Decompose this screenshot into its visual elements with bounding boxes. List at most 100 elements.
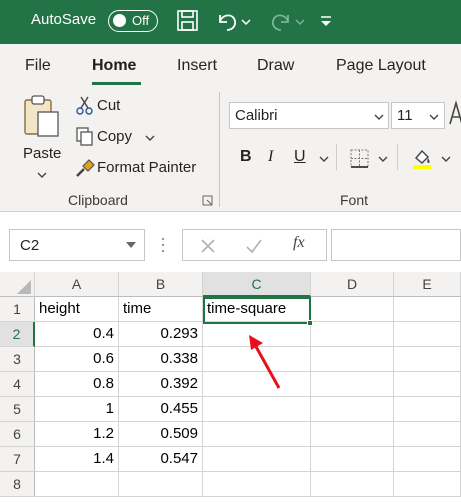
cell-a1[interactable]: height	[35, 297, 119, 322]
cell-e5[interactable]	[394, 397, 461, 422]
cell-d3[interactable]	[311, 347, 394, 372]
formula-bar-grip-icon[interactable]	[160, 235, 166, 255]
underline-button[interactable]: U	[294, 148, 306, 166]
tab-page-layout[interactable]: Page Layout	[336, 57, 426, 75]
cancel-icon[interactable]	[198, 236, 218, 256]
borders-icon[interactable]	[349, 148, 371, 170]
row-header-1[interactable]: 1	[0, 297, 35, 322]
cell-a3[interactable]: 0.6	[35, 347, 119, 372]
name-box-dropdown-icon[interactable]	[125, 240, 137, 250]
cell-a4[interactable]: 0.8	[35, 372, 119, 397]
name-box[interactable]: C2	[9, 229, 145, 261]
row-header-6[interactable]: 6	[0, 422, 35, 447]
tab-file[interactable]: File	[25, 57, 51, 75]
insert-function-icon[interactable]: fx	[293, 234, 305, 252]
font-size-value: 11	[397, 107, 413, 124]
cell-a8[interactable]	[35, 472, 119, 497]
column-header-b[interactable]: B	[119, 272, 203, 297]
cell-c8[interactable]	[203, 472, 311, 497]
cell-c5[interactable]	[203, 397, 311, 422]
fill-color-dropdown-icon[interactable]	[440, 154, 452, 164]
fill-color-icon[interactable]	[410, 146, 434, 170]
cell-a5[interactable]: 1	[35, 397, 119, 422]
cell-e7[interactable]	[394, 447, 461, 472]
tab-insert[interactable]: Insert	[177, 57, 217, 75]
cell-d2[interactable]	[311, 322, 394, 347]
select-all-corner[interactable]	[0, 272, 35, 297]
cell-a2[interactable]: 0.4	[35, 322, 119, 347]
paintbrush-icon	[76, 159, 95, 177]
chevron-down-icon	[429, 114, 439, 120]
cell-b5[interactable]: 0.455	[119, 397, 203, 422]
cell-d7[interactable]	[311, 447, 394, 472]
row-header-3[interactable]: 3	[0, 347, 35, 372]
autosave-toggle[interactable]: Off	[108, 10, 158, 32]
cell-d1[interactable]	[311, 297, 394, 322]
column-header-a[interactable]: A	[35, 272, 119, 297]
font-family-select[interactable]: Calibri	[229, 102, 389, 129]
cell-d8[interactable]	[311, 472, 394, 497]
cell-b8[interactable]	[119, 472, 203, 497]
save-icon[interactable]	[176, 9, 200, 33]
cell-b3[interactable]: 0.338	[119, 347, 203, 372]
cell-a6[interactable]: 1.2	[35, 422, 119, 447]
cell-b2[interactable]: 0.293	[119, 322, 203, 347]
cell-d5[interactable]	[311, 397, 394, 422]
cell-b1[interactable]: time	[119, 297, 203, 322]
formula-buttons: fx	[182, 229, 327, 261]
borders-dropdown-icon[interactable]	[377, 154, 389, 164]
toggle-knob	[113, 14, 126, 27]
row-header-5[interactable]: 5	[0, 397, 35, 422]
cell-e1[interactable]	[394, 297, 461, 322]
font-size-select[interactable]: 11	[391, 102, 445, 129]
enter-check-icon[interactable]	[244, 236, 264, 256]
paste-button[interactable]: Paste	[16, 94, 66, 184]
copy-button[interactable]: Copy	[72, 125, 162, 149]
cell-d4[interactable]	[311, 372, 394, 397]
cell-e6[interactable]	[394, 422, 461, 447]
formula-input[interactable]	[331, 229, 461, 261]
cell-c6[interactable]	[203, 422, 311, 447]
italic-button[interactable]: I	[268, 148, 273, 166]
redo-dropdown-icon[interactable]	[294, 9, 306, 33]
format-painter-label: Format Painter	[97, 159, 197, 176]
copy-label: Copy	[97, 128, 133, 145]
undo-icon[interactable]	[214, 9, 240, 33]
fill-handle[interactable]	[307, 320, 313, 326]
column-header-d[interactable]: D	[311, 272, 394, 297]
cut-button[interactable]: Cut	[72, 94, 132, 118]
separator	[397, 144, 398, 170]
cell-e8[interactable]	[394, 472, 461, 497]
cell-e3[interactable]	[394, 347, 461, 372]
tab-draw[interactable]: Draw	[257, 57, 294, 75]
clipboard-dialog-launcher-icon[interactable]	[202, 195, 214, 207]
bold-button[interactable]: B	[240, 148, 252, 166]
row-header-4[interactable]: 4	[0, 372, 35, 397]
cell-e4[interactable]	[394, 372, 461, 397]
column-header-c[interactable]: C	[203, 272, 311, 297]
select-all-icon	[17, 280, 31, 294]
undo-dropdown-icon[interactable]	[240, 9, 252, 33]
cell-e2[interactable]	[394, 322, 461, 347]
row-header-2[interactable]: 2	[0, 322, 35, 347]
redo-icon[interactable]	[268, 9, 294, 33]
column-header-e[interactable]: E	[394, 272, 461, 297]
cell-b4[interactable]: 0.392	[119, 372, 203, 397]
cell-b7[interactable]: 0.547	[119, 447, 203, 472]
customize-qat-icon[interactable]	[318, 9, 334, 33]
cell-d6[interactable]	[311, 422, 394, 447]
format-painter-button[interactable]: Format Painter	[72, 156, 207, 180]
tab-home[interactable]: Home	[92, 57, 136, 75]
row-header-7[interactable]: 7	[0, 447, 35, 472]
active-tab-indicator	[92, 82, 141, 85]
underline-dropdown-icon[interactable]	[318, 154, 330, 164]
font-group-label: Font	[340, 192, 369, 208]
scissors-icon	[76, 96, 93, 115]
paste-dropdown-icon	[37, 172, 47, 178]
cell-b6[interactable]: 0.509	[119, 422, 203, 447]
row-header-8[interactable]: 8	[0, 472, 35, 497]
chevron-down-icon	[374, 114, 384, 120]
cell-a7[interactable]: 1.4	[35, 447, 119, 472]
increase-font-size-icon[interactable]	[449, 100, 461, 126]
cell-c7[interactable]	[203, 447, 311, 472]
